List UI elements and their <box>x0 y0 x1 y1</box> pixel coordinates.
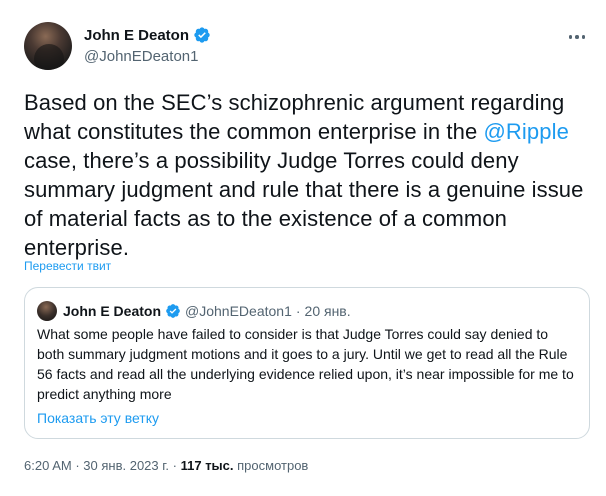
verified-badge-icon <box>194 27 210 43</box>
quoted-author-handle: @JohnEDeaton1 <box>185 303 292 319</box>
author-name-row: John E Deaton <box>84 26 211 44</box>
mention-link[interactable]: @Ripple <box>484 119 569 144</box>
quoted-tweet-header: John E Deaton @JohnEDeaton1 · 20 янв. <box>37 301 351 321</box>
quoted-author-name: John E Deaton <box>63 303 162 319</box>
tweet-text-after: case, there’s a possibility Judge Torres… <box>24 148 584 260</box>
author-handle[interactable]: @JohnEDeaton1 <box>84 48 198 65</box>
quoted-author-avatar <box>37 301 57 321</box>
quoted-separator: · <box>295 303 301 319</box>
tweet-meta: 6:20 AM · 30 янв. 2023 г. · 117 тыс. про… <box>24 458 308 473</box>
show-thread-link[interactable]: Показать эту ветку <box>37 410 159 426</box>
more-options-icon[interactable] <box>566 26 588 48</box>
quoted-tweet[interactable]: John E Deaton @JohnEDeaton1 · 20 янв. Wh… <box>24 287 590 439</box>
author-name[interactable]: John E Deaton <box>84 27 189 44</box>
views-count: 117 тыс. <box>180 458 234 473</box>
tweet-text: Based on the SEC’s schizophrenic argumen… <box>24 88 590 262</box>
tweet-time[interactable]: 6:20 AM <box>24 458 72 473</box>
verified-badge-icon <box>166 304 180 318</box>
meta-separator: · <box>172 458 177 473</box>
quoted-tweet-text: What some people have failed to consider… <box>37 326 574 402</box>
quoted-date[interactable]: 20 янв. <box>305 303 351 319</box>
tweet-date[interactable]: 30 янв. 2023 г. <box>83 458 169 473</box>
views-label: просмотров <box>237 458 309 473</box>
tweet-header: John E Deaton @JohnEDeaton1 <box>24 22 590 74</box>
translate-tweet-link[interactable]: Перевести твит <box>24 259 111 273</box>
meta-separator: · <box>75 458 80 473</box>
author-avatar[interactable] <box>24 22 72 70</box>
